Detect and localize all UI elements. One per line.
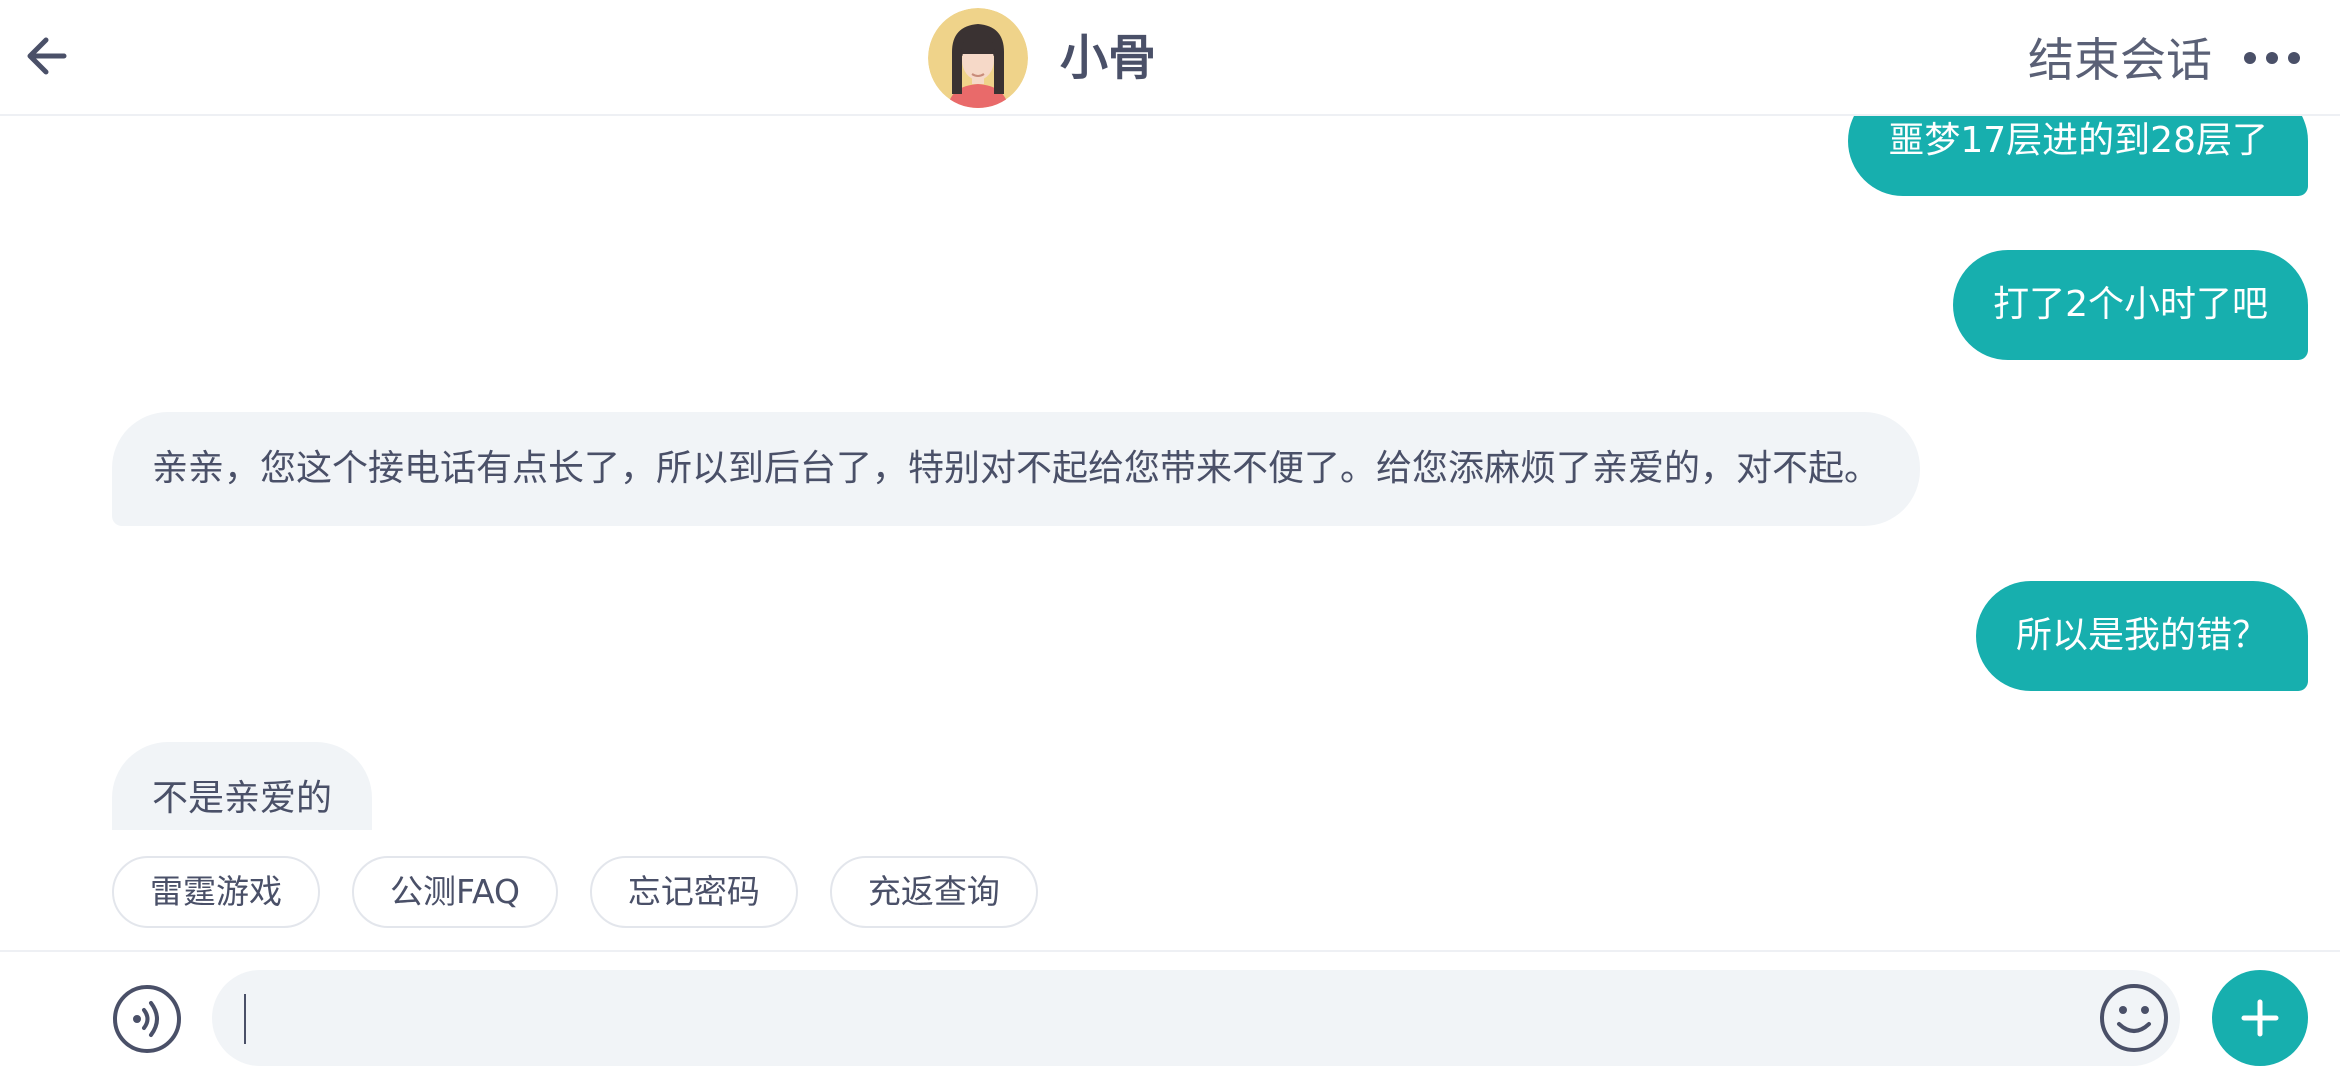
agent-avatar bbox=[928, 8, 1028, 108]
quick-reply-chip[interactable]: 忘记密码 bbox=[589, 856, 798, 928]
message-incoming: 不是亲爱的 bbox=[112, 742, 373, 830]
quick-reply-bar: 雷霆游戏 公测FAQ 忘记密码 充返查询 bbox=[112, 856, 1038, 928]
add-attachment-button[interactable] bbox=[2212, 970, 2308, 1066]
message-list[interactable]: 噩梦17层进的到28层了 打了2个小时了吧 亲亲，您这个接电话有点长了，所以到后… bbox=[0, 114, 2340, 830]
back-button[interactable] bbox=[14, 24, 78, 88]
message-incoming: 亲亲，您这个接电话有点长了，所以到后台了，特别对不起给您带来不便了。给您添麻烦了… bbox=[112, 412, 1921, 526]
message-input[interactable] bbox=[212, 970, 2180, 1066]
end-session-button[interactable]: 结束会话 bbox=[2028, 30, 2212, 90]
message-outgoing: 噩梦17层进的到28层了 bbox=[1848, 114, 2308, 196]
text-caret bbox=[244, 994, 246, 1044]
arrow-left-icon bbox=[27, 37, 67, 75]
message-outgoing: 打了2个小时了吧 bbox=[1953, 250, 2308, 360]
plus-icon bbox=[2241, 999, 2279, 1037]
quick-reply-chip[interactable]: 公测FAQ bbox=[352, 856, 558, 928]
agent-name: 小骨 bbox=[1060, 30, 1157, 86]
quick-reply-chip[interactable]: 雷霆游戏 bbox=[112, 856, 320, 928]
emoji-icon bbox=[2100, 984, 2168, 1052]
more-horizontal-icon bbox=[2244, 52, 2300, 64]
input-bar bbox=[0, 950, 2340, 1080]
chat-header: 小骨 结束会话 bbox=[0, 0, 2340, 116]
voice-button[interactable] bbox=[112, 984, 182, 1054]
voice-icon bbox=[113, 985, 181, 1053]
message-outgoing: 所以是我的错？ bbox=[1975, 581, 2308, 691]
quick-reply-chip[interactable]: 充返查询 bbox=[829, 856, 1038, 928]
chat-app: 小骨 结束会话 噩梦17层进的到28层了 打了2个小时了吧 亲亲，您这个接电话有… bbox=[0, 0, 2340, 1080]
more-button[interactable] bbox=[2236, 28, 2308, 88]
emoji-button[interactable] bbox=[2098, 982, 2170, 1054]
